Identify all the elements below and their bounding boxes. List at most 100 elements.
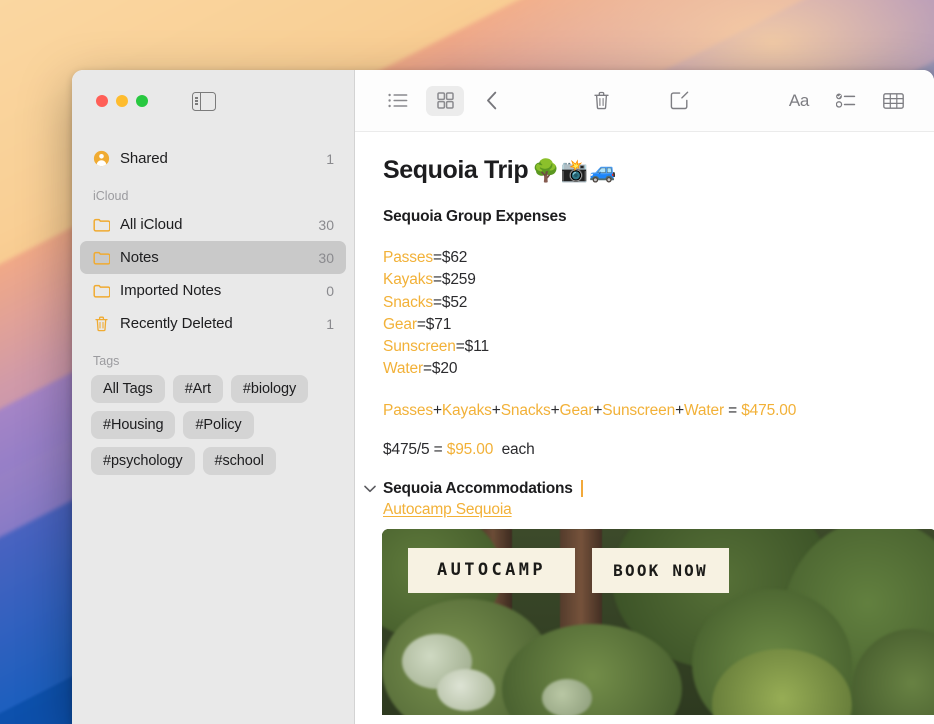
sum-term: Snacks — [500, 401, 551, 419]
text-cursor — [580, 480, 583, 498]
average-suffix: each — [493, 440, 535, 458]
expense-list: Passes=$62 Kayaks=$259 Snacks=$52 Gear=$… — [383, 247, 934, 381]
sidebar-item-imported-notes[interactable]: Imported Notes 0 — [80, 274, 346, 307]
expense-row: Gear=$71 — [383, 314, 934, 336]
sum-operator: + — [675, 401, 684, 419]
autocamp-sequoia-link[interactable]: Autocamp Sequoia — [383, 501, 512, 519]
book-now-button[interactable]: BOOK NOW — [592, 547, 729, 593]
average-equals: = — [429, 440, 447, 458]
average-line: $475/5 = $95.00 each — [383, 441, 934, 459]
tag-housing[interactable]: #Housing — [91, 411, 176, 439]
note-subtitle: Sequoia Group Expenses — [383, 208, 567, 225]
expense-name: Passes — [383, 249, 433, 266]
tag-psychology[interactable]: #psychology — [91, 447, 195, 475]
minimize-button[interactable] — [116, 95, 128, 107]
expense-value: $20 — [431, 360, 458, 378]
expense-name: Gear — [383, 315, 417, 333]
expense-name: Water — [383, 360, 424, 378]
sidebar-item-notes[interactable]: Notes 30 — [80, 241, 346, 274]
sum-equals: = — [723, 401, 742, 419]
folder-icon — [92, 284, 111, 298]
sidebar-toggle-panel — [193, 92, 201, 110]
tag-list: All Tags #Art #biology #Housing #Policy … — [80, 373, 346, 475]
expense-value: $11 — [464, 338, 489, 356]
list-view-button[interactable] — [379, 86, 417, 116]
sidebar-item-label: All iCloud — [120, 216, 183, 233]
sidebar-item-label: Recently Deleted — [120, 315, 233, 332]
sidebar-item-label: Imported Notes — [120, 282, 222, 299]
expense-op: = — [455, 338, 465, 356]
notes-app-window: Shared 1 iCloud All iCloud 30 Notes 30 I… — [72, 70, 934, 724]
accommodations-heading-row: Sequoia Accommodations — [361, 480, 934, 498]
expense-op: = — [432, 271, 442, 289]
sidebar-toggle-content — [201, 93, 215, 110]
expense-op: = — [432, 249, 442, 266]
shared-person-icon — [92, 150, 111, 167]
sidebar-item-count: 1 — [326, 315, 334, 332]
main-pane: Aa Sequoia Trip 🌳📸🚙 Sequoia Group Expens… — [355, 70, 934, 724]
sidebar: Shared 1 iCloud All iCloud 30 Notes 30 I… — [72, 70, 355, 724]
sidebar-item-label: Shared — [120, 150, 168, 167]
expense-name: Sunscreen — [383, 338, 456, 356]
back-button[interactable] — [473, 86, 511, 116]
sum-operator: + — [491, 401, 501, 419]
sum-term: Passes — [383, 401, 433, 419]
tag-school[interactable]: #school — [202, 447, 276, 475]
expense-name: Kayaks — [383, 271, 433, 289]
chevron-down-icon[interactable] — [361, 485, 378, 493]
tag-all-tags[interactable]: All Tags — [91, 375, 165, 403]
expense-value: $62 — [441, 249, 468, 266]
checklist-button[interactable] — [827, 86, 865, 116]
expense-value: $52 — [441, 293, 468, 311]
sidebar-item-recently-deleted[interactable]: Recently Deleted 1 — [80, 307, 346, 340]
folder-icon — [92, 218, 111, 232]
compose-note-button[interactable] — [660, 86, 698, 116]
note-title-emojis: 🌳📸🚙 — [532, 157, 618, 183]
sidebar-item-count: 0 — [326, 282, 334, 299]
maximize-button[interactable] — [136, 95, 148, 107]
note-title: Sequoia Trip 🌳📸🚙 — [383, 156, 934, 185]
expense-row: Kayaks=$259 — [383, 269, 934, 291]
average-result: $95.00 — [446, 440, 494, 458]
sidebar-item-all-icloud[interactable]: All iCloud 30 — [80, 208, 346, 241]
sum-result: $475.00 — [741, 401, 797, 419]
close-button[interactable] — [96, 95, 108, 107]
sidebar-item-count: 30 — [318, 216, 334, 233]
expense-row: Passes=$62 — [383, 247, 934, 269]
sidebar-toggle-icon[interactable] — [192, 91, 216, 111]
sidebar-item-count: 30 — [318, 249, 334, 266]
gallery-view-button[interactable] — [426, 85, 464, 116]
format-text-label: Aa — [788, 90, 810, 110]
expense-row: Snacks=$52 — [383, 292, 934, 314]
sum-operator: + — [550, 401, 560, 419]
folder-icon — [92, 251, 111, 265]
sidebar-section-icloud-title: iCloud — [93, 189, 129, 203]
tag-biology[interactable]: #biology — [230, 375, 309, 403]
format-text-button[interactable]: Aa — [780, 86, 818, 116]
table-button[interactable] — [874, 86, 912, 116]
expense-value: $259 — [441, 271, 476, 289]
trash-icon — [92, 316, 111, 332]
sum-operator: + — [432, 401, 442, 419]
note-content[interactable]: Sequoia Trip 🌳📸🚙 Sequoia Group Expenses … — [355, 132, 934, 724]
expense-op: = — [423, 360, 432, 378]
expense-name: Snacks — [383, 293, 433, 311]
expense-op: = — [432, 293, 442, 311]
tag-art[interactable]: #Art — [172, 375, 223, 403]
expense-row: Sunscreen=$11 — [383, 336, 934, 358]
autocamp-logo-badge: AUTOCAMP — [408, 547, 575, 593]
sidebar-item-label: Notes — [120, 249, 159, 266]
expense-value: $71 — [425, 315, 452, 333]
accommodations-heading: Sequoia Accommodations — [383, 479, 573, 497]
sum-term: Water — [683, 401, 724, 419]
link-preview-card[interactable]: AUTOCAMP BOOK NOW — [382, 528, 934, 715]
average-expression: $475/5 — [383, 440, 430, 458]
sum-term: Sunscreen — [602, 401, 676, 419]
sidebar-scroll-area: Shared 1 iCloud All iCloud 30 Notes 30 I… — [72, 132, 354, 724]
delete-note-button[interactable] — [582, 86, 620, 116]
window-controls — [72, 70, 354, 132]
sidebar-item-shared[interactable]: Shared 1 — [80, 142, 346, 175]
tag-policy[interactable]: #Policy — [183, 411, 254, 439]
sidebar-section-tags-title: Tags — [93, 354, 120, 368]
sum-term: Kayaks — [441, 401, 492, 419]
